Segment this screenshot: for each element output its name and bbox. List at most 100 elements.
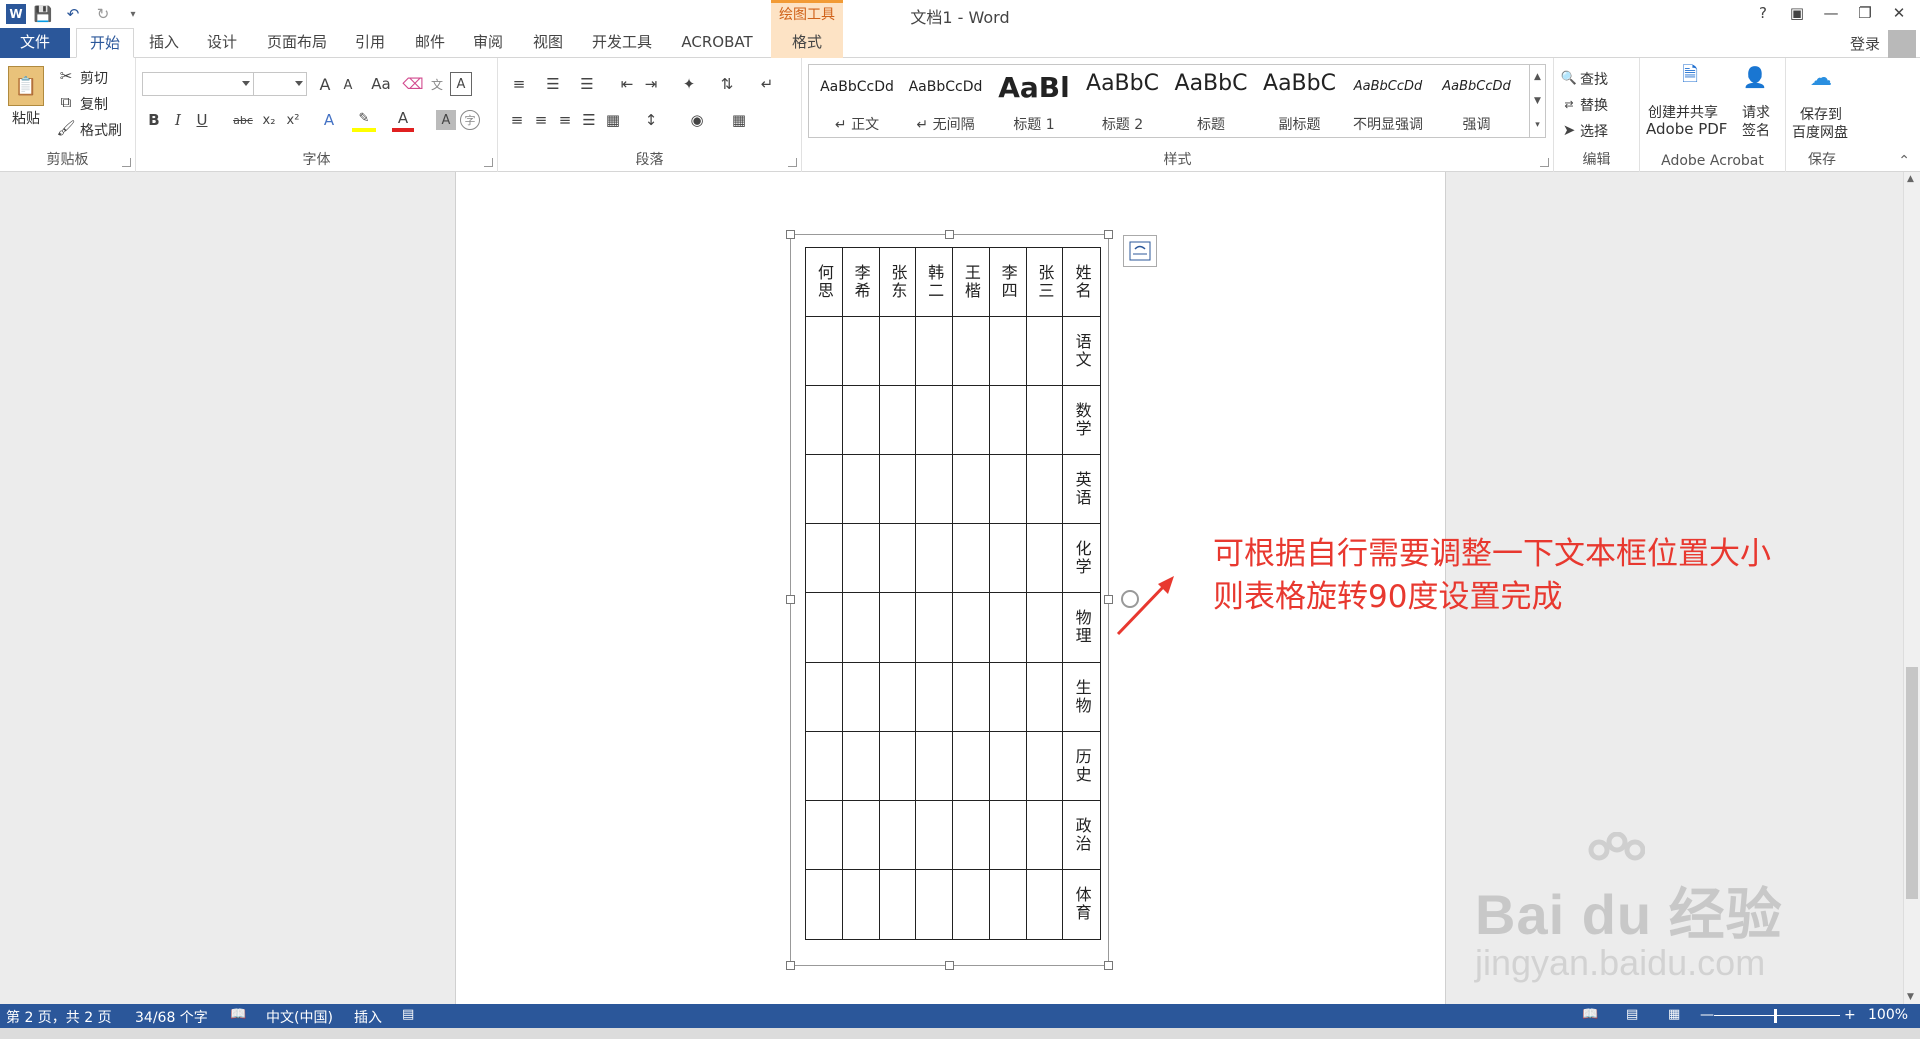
tab-developer[interactable]: 开发工具 — [582, 28, 662, 58]
superscript-button[interactable]: x² — [282, 108, 304, 132]
table-cell[interactable] — [916, 455, 953, 525]
zoom-slider[interactable] — [1714, 1015, 1840, 1016]
style-item[interactable]: AaBl 标题 1 — [990, 65, 1078, 137]
resize-handle-l[interactable] — [786, 595, 795, 604]
multilevel-list-icon[interactable]: ☰ — [572, 72, 602, 96]
table-cell[interactable] — [1026, 455, 1064, 525]
table-cell[interactable] — [989, 593, 1027, 663]
resize-handle-br[interactable] — [1104, 961, 1113, 970]
clear-format-icon[interactable]: ⌫ — [402, 72, 424, 96]
more-styles-icon[interactable]: ▾ — [1529, 113, 1545, 137]
help-button[interactable]: ? — [1746, 0, 1780, 26]
collapse-ribbon-icon[interactable]: ⌃ — [1898, 153, 1910, 169]
table-cell[interactable] — [806, 800, 843, 870]
table-cell[interactable] — [1026, 317, 1064, 387]
table-cell[interactable] — [806, 317, 843, 387]
char-border-icon[interactable]: A — [450, 72, 472, 96]
char-shading-icon[interactable]: A — [436, 110, 456, 130]
tab-acrobat[interactable]: ACROBAT — [672, 28, 762, 58]
table-cell[interactable] — [806, 524, 843, 594]
table-cell[interactable] — [842, 524, 880, 594]
strikethrough-button[interactable]: abc — [230, 108, 256, 132]
tab-design[interactable]: 设计 — [198, 28, 246, 58]
table-cell[interactable] — [842, 455, 880, 525]
tab-page-layout[interactable]: 页面布局 — [258, 28, 336, 58]
sort-icon[interactable]: ⇅ — [716, 72, 738, 96]
table-cell[interactable]: 生物 — [1063, 663, 1100, 732]
table-cell[interactable] — [879, 386, 917, 456]
save-baidu-line1[interactable]: 保存到 — [1800, 104, 1842, 124]
table-cell[interactable]: 王楷 — [953, 248, 990, 318]
table-cell[interactable] — [989, 731, 1027, 801]
create-pdf-line2[interactable]: Adobe PDF — [1646, 120, 1727, 138]
table-cell[interactable]: 历史 — [1063, 732, 1100, 801]
table-cell[interactable] — [916, 524, 953, 594]
table-cell[interactable] — [989, 386, 1027, 456]
table-cell[interactable]: 姓名 — [1063, 248, 1100, 318]
font-launcher-icon[interactable] — [484, 158, 493, 167]
align-right-icon[interactable]: ≡ — [554, 108, 576, 132]
resize-handle-bl[interactable] — [786, 961, 795, 970]
table-cell[interactable] — [953, 731, 990, 801]
table-cell[interactable] — [1026, 662, 1064, 732]
avatar[interactable] — [1888, 30, 1916, 58]
table-cell[interactable] — [879, 593, 917, 663]
close-icon[interactable]: ✕ — [1882, 0, 1916, 26]
font-name-combo[interactable] — [142, 72, 254, 96]
table-cell[interactable]: 数学 — [1063, 386, 1100, 456]
shading-icon[interactable]: ◉ — [682, 108, 712, 132]
scroll-down-icon[interactable]: ▼ — [1529, 89, 1545, 113]
table-cell[interactable] — [879, 317, 917, 387]
table-cell[interactable] — [953, 869, 990, 939]
style-item[interactable]: AaBbC 副标题 — [1256, 65, 1344, 137]
styles-launcher-icon[interactable] — [1540, 158, 1549, 167]
table-cell[interactable] — [879, 731, 917, 801]
shrink-font-button[interactable]: A — [338, 74, 358, 96]
table-cell[interactable] — [989, 455, 1027, 525]
underline-button[interactable]: U — [192, 108, 212, 132]
zoom-slider-thumb[interactable] — [1774, 1009, 1777, 1023]
table-cell[interactable] — [806, 869, 843, 939]
read-mode-icon[interactable]: 📖 — [1582, 1007, 1598, 1022]
borders-icon[interactable]: ▦ — [724, 108, 754, 132]
scroll-up-icon[interactable]: ▲ — [1907, 174, 1914, 184]
font-size-combo[interactable] — [253, 72, 307, 96]
tab-file[interactable]: 文件 — [0, 28, 70, 58]
zoom-in-icon[interactable]: + — [1844, 1007, 1856, 1023]
tab-mailings[interactable]: 邮件 — [406, 28, 454, 58]
table-cell[interactable] — [806, 662, 843, 732]
table-cell[interactable]: 李四 — [989, 248, 1027, 318]
highlight-icon[interactable]: ✎ — [352, 108, 376, 132]
select-button[interactable]: 选择 — [1580, 121, 1608, 141]
table-cell[interactable]: 张东 — [879, 248, 917, 318]
language-status[interactable]: 中文(中国) — [266, 1007, 333, 1027]
table-cell[interactable] — [953, 662, 990, 732]
table-cell[interactable] — [842, 662, 880, 732]
table-cell[interactable] — [1026, 731, 1064, 801]
table-cell[interactable] — [842, 317, 880, 387]
table-cell[interactable] — [1027, 869, 1064, 939]
table-cell[interactable]: 物理 — [1063, 593, 1100, 663]
table-cell[interactable] — [953, 455, 990, 525]
table-cell[interactable] — [989, 662, 1027, 732]
align-center-icon[interactable]: ≡ — [530, 108, 552, 132]
restore-icon[interactable]: ❐ — [1848, 0, 1882, 26]
word-count[interactable]: 34/68 个字 — [135, 1007, 208, 1027]
table-cell[interactable] — [879, 524, 917, 594]
macro-record-icon[interactable]: ▤ — [402, 1007, 414, 1022]
table-cell[interactable] — [806, 455, 843, 525]
page-count[interactable]: 第 2 页，共 2 页 — [6, 1007, 112, 1027]
rotated-score-table[interactable]: 何思 李希 张东 韩二 王楷 李四 张三 姓名 语文 数学 英语 化学 物理 生物 历史 政治 体育 — [805, 247, 1101, 940]
style-item[interactable]: AaBbCcDd 不明显强调 — [1344, 65, 1432, 137]
clipboard-launcher-icon[interactable] — [122, 158, 131, 167]
line-spacing-icon[interactable]: ↕ — [636, 108, 666, 132]
table-cell[interactable] — [1026, 524, 1064, 594]
tab-insert[interactable]: 插入 — [140, 28, 188, 58]
change-case-button[interactable]: Aa — [364, 72, 398, 96]
enclose-char-icon[interactable]: 字 — [460, 110, 480, 130]
font-color-icon[interactable]: A — [392, 108, 414, 132]
table-cell[interactable] — [916, 731, 953, 801]
table-cell[interactable] — [842, 800, 880, 870]
table-cell[interactable] — [1026, 593, 1064, 663]
style-item[interactable]: AaBbCcDd ↵ 正文 — [813, 65, 901, 137]
